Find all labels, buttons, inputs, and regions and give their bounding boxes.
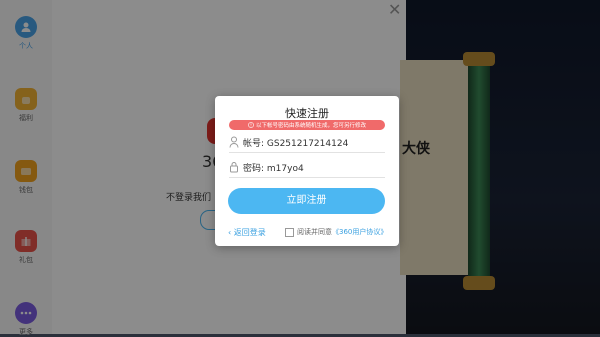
password-field[interactable]: 密码: m17yo4	[229, 157, 385, 178]
warning-icon	[248, 122, 254, 128]
agreement-row: 阅读并同意 《360用户协议》	[285, 227, 387, 237]
agree-text: 阅读并同意	[297, 228, 332, 236]
warning-banner: 以下帐号密码由系统随机生成，您可另行修改	[229, 120, 385, 130]
account-value: 帐号: GS251217214124	[243, 138, 349, 149]
agree-checkbox[interactable]	[285, 227, 294, 237]
back-link-label: 返回登录	[233, 228, 266, 237]
quick-register-dialog: 快速注册 以下帐号密码由系统随机生成，您可另行修改 帐号: GS25121721…	[215, 96, 399, 246]
dialog-title: 快速注册	[285, 107, 329, 120]
warning-text: 以下帐号密码由系统随机生成，您可另行修改	[255, 123, 366, 129]
back-to-login-link[interactable]: ‹ 返回登录	[228, 227, 266, 238]
user-icon	[229, 136, 239, 148]
lock-icon	[230, 162, 238, 173]
password-value: 密码: m17yo4	[243, 163, 304, 174]
agreement-link[interactable]: 《360用户协议》	[332, 227, 387, 237]
register-button[interactable]: 立即注册	[228, 188, 385, 214]
account-field[interactable]: 帐号: GS251217214124	[229, 132, 385, 153]
